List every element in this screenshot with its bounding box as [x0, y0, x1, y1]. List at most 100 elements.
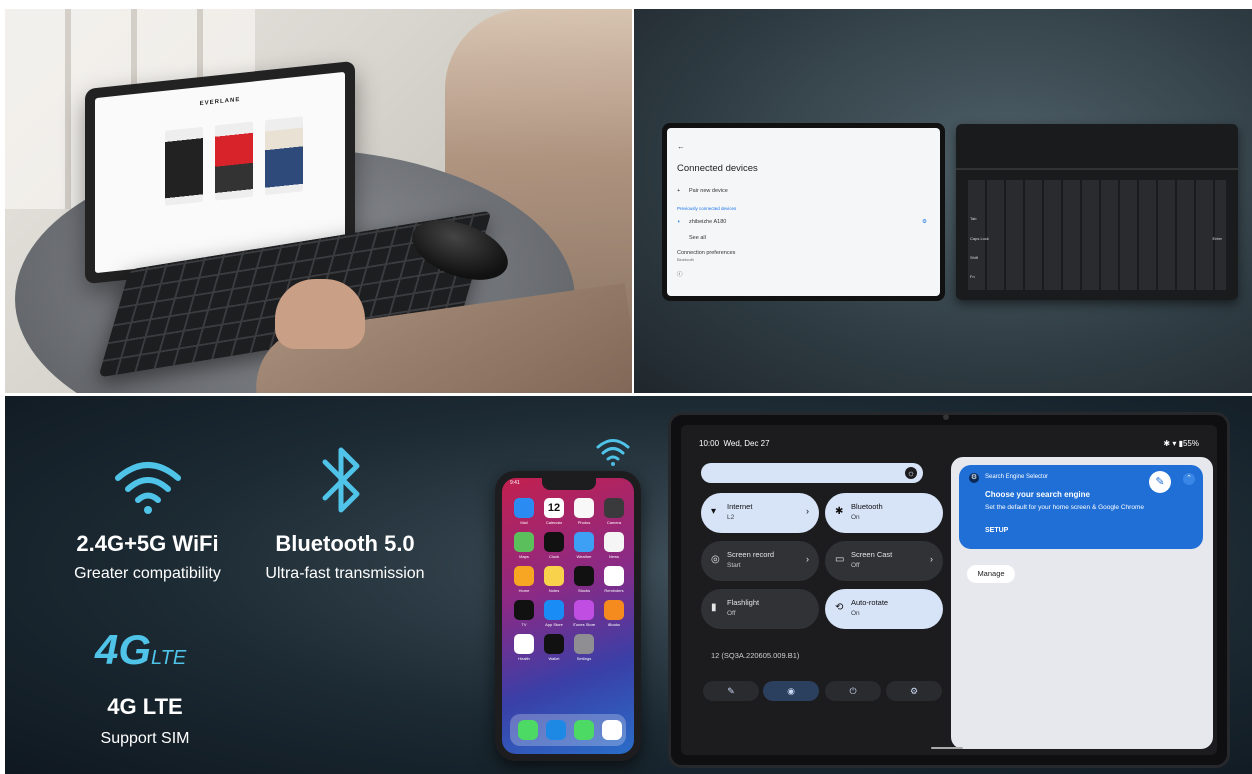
bluetooth-title: Bluetooth 5.0 — [275, 531, 415, 556]
add-icon: + — [677, 188, 681, 194]
tile-state: On — [851, 514, 860, 521]
chevron-right-icon[interactable]: › — [930, 554, 933, 564]
phone-home-screen: 9:41 Mail 12 Calendar Photos Camera Maps Clock… — [502, 478, 634, 754]
tile-state: L2 — [727, 514, 735, 521]
front-camera — [943, 414, 949, 420]
notes-app-icon[interactable] — [544, 566, 564, 586]
gear-icon[interactable]: ⚙ — [922, 219, 927, 225]
smartphone: 9:41 Mail 12 Calendar Photos Camera Maps Clock… — [495, 471, 641, 761]
tile-name: Bluetooth — [851, 502, 883, 511]
wifi-icon — [115, 462, 181, 514]
brightness-slider[interactable]: ☼ — [701, 463, 923, 483]
flashlight-icon: ▮ — [711, 602, 717, 613]
tablet-front: ← Connected devices + Pair new device Pr… — [662, 123, 945, 301]
setup-button[interactable]: SETUP — [985, 527, 1008, 534]
product-image — [265, 116, 303, 196]
tile-name: Flashlight — [727, 598, 760, 607]
tile-auto-rotate[interactable]: ⟲ Auto-rotate On — [825, 589, 943, 629]
power-icon[interactable]: ⏻ — [825, 681, 881, 701]
calendar-app-icon[interactable]: 12 — [544, 498, 564, 518]
chevron-up-icon[interactable]: ⌃ — [1183, 473, 1195, 485]
tile-screen-record[interactable]: ◎ Screen record Start › — [701, 541, 819, 581]
rotate-icon: ⟲ — [835, 602, 844, 613]
tile-internet[interactable]: ▾ Internet L2 › — [701, 493, 819, 533]
calendar-day: 12 — [547, 502, 561, 514]
messages-app-icon[interactable] — [574, 720, 594, 740]
weather-app-icon[interactable] — [574, 532, 594, 552]
tile-screen-cast[interactable]: ▭ Screen Cast Off › — [825, 541, 943, 581]
key-label: Enter — [1212, 236, 1222, 241]
app-label: Calendar — [545, 520, 563, 525]
screen-title: Connected devices — [677, 163, 758, 174]
music-app-icon[interactable] — [602, 720, 622, 740]
device-item[interactable]: zhibeizhe A180 — [689, 219, 726, 225]
chevron-right-icon[interactable]: › — [806, 554, 809, 564]
lte-logo: 4GLTE — [95, 626, 186, 674]
photos-app-icon[interactable] — [574, 498, 594, 518]
bluetooth-feature: Bluetooth 5.0 Ultra-fast transmission — [247, 531, 443, 583]
edit-icon[interactable]: ✎ — [703, 681, 759, 701]
app-label: Wallet — [548, 656, 560, 661]
phone-time: 9:41 — [510, 480, 520, 486]
bluetooth-icon — [322, 447, 360, 513]
tile-bluetooth[interactable]: ✱ Bluetooth On — [825, 493, 943, 533]
manage-button[interactable]: Manage — [967, 565, 1015, 583]
pair-new-device[interactable]: Pair new device — [689, 188, 728, 194]
brightness-icon[interactable]: ☼ — [905, 467, 917, 479]
notification-app: Search Engine Selector — [985, 474, 1049, 480]
notification-title: Choose your search engine — [985, 490, 1090, 499]
app-label: News — [608, 554, 619, 559]
settings-icon[interactable]: ⚙ — [886, 681, 942, 701]
phone-notch — [542, 478, 596, 490]
cast-icon: ▭ — [835, 554, 845, 565]
battery-percent: 55% — [1182, 439, 1199, 448]
phone-app-icon[interactable] — [518, 720, 538, 740]
maps-app-icon[interactable] — [514, 532, 534, 552]
status-clock: 10:00 Wed, Dec 27 — [699, 439, 770, 448]
back-arrow-icon[interactable]: ← — [677, 142, 685, 151]
bluetooth-icon: ✱ — [835, 506, 844, 517]
user-icon[interactable]: ◉ — [763, 681, 819, 701]
connected-devices-panel: ← Connected devices + Pair new device Pr… — [634, 9, 1252, 393]
bluetooth-subtitle: Ultra-fast transmission — [265, 565, 425, 582]
tile-flashlight[interactable]: ▮ Flashlight Off — [701, 589, 819, 629]
status-icons: ✱ ▾ ▮55% — [1163, 439, 1199, 448]
see-all-link[interactable]: See all — [689, 235, 706, 241]
connection-preferences[interactable]: Connection preferences — [677, 250, 735, 256]
app-label: iTunes Store — [572, 622, 596, 627]
news-app-icon[interactable] — [604, 532, 624, 552]
app-label: Home — [518, 588, 530, 593]
quick-settings-screen: 10:00 Wed, Dec 27 ✱ ▾ ▮55% ☼ ▾ Internet L2… — [681, 425, 1217, 755]
health-app-icon[interactable] — [514, 634, 534, 654]
app-label: iBooks — [607, 622, 620, 627]
app-store-app-icon[interactable] — [544, 600, 564, 620]
itunes-store-app-icon[interactable] — [574, 600, 594, 620]
tile-name: Auto-rotate — [851, 598, 889, 607]
settings-app-icon[interactable] — [574, 634, 594, 654]
tablet-settings-screen: ← Connected devices + Pair new device Pr… — [667, 128, 940, 296]
ibooks-app-icon[interactable] — [604, 600, 624, 620]
notification-card[interactable]: ⚙ Search Engine Selector Choose your sea… — [959, 465, 1203, 549]
app-label: Photos — [577, 520, 591, 525]
reminders-app-icon[interactable] — [604, 566, 624, 586]
key-label: Fn — [970, 274, 975, 279]
tablet-landscape: 10:00 Wed, Dec 27 ✱ ▾ ▮55% ☼ ▾ Internet L2… — [668, 412, 1230, 768]
screen-record-icon: ◎ — [711, 554, 720, 565]
key-label: Shift — [970, 255, 979, 260]
section-heading: Previously connected devices — [677, 206, 737, 211]
nav-handle[interactable] — [931, 747, 963, 749]
safari-app-icon[interactable] — [546, 720, 566, 740]
wallet-app-icon[interactable] — [544, 634, 564, 654]
chevron-right-icon[interactable]: › — [806, 506, 809, 516]
tv-app-icon[interactable] — [514, 600, 534, 620]
app-label: Mail — [520, 520, 528, 525]
clock-app-icon[interactable] — [544, 532, 564, 552]
mail-app-icon[interactable] — [514, 498, 534, 518]
stocks-app-icon[interactable] — [574, 566, 594, 586]
camera-app-icon[interactable] — [604, 498, 624, 518]
home-app-icon[interactable] — [514, 566, 534, 586]
keyboard-case: Tab Caps Lock Shift Fn Enter — [956, 124, 1238, 300]
keyboard-keys — [968, 180, 1226, 290]
app-label: Maps — [519, 554, 529, 559]
build-number: 12 (SQ3A.220605.009.B1) — [711, 651, 800, 660]
